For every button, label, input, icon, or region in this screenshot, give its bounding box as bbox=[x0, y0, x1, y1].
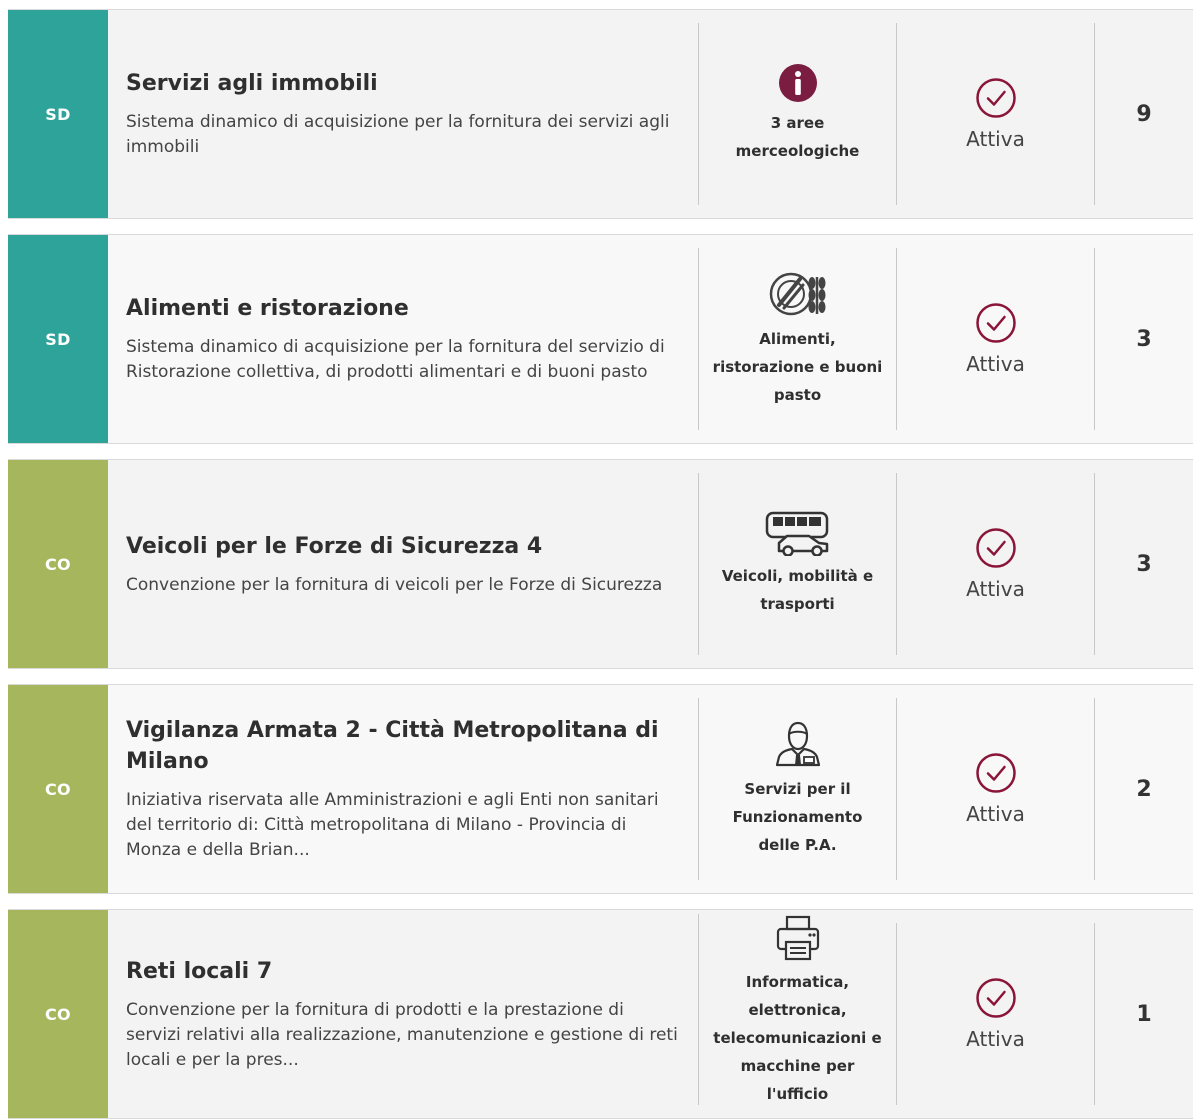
card-title[interactable]: Reti locali 7 bbox=[126, 956, 680, 987]
type-badge: CO bbox=[8, 685, 108, 893]
status-cell: Attiva bbox=[896, 473, 1094, 655]
card-description: Iniziativa riservata alle Amministrazion… bbox=[126, 790, 659, 860]
count-value: 1 bbox=[1094, 923, 1193, 1105]
category-label: Veicoli, mobilità e trasporti bbox=[721, 567, 874, 613]
initiative-card[interactable]: SD Servizi agli immobili Sistema dinamic… bbox=[8, 9, 1193, 219]
card-description: Convenzione per la fornitura di prodotti… bbox=[126, 999, 678, 1070]
type-badge: SD bbox=[8, 10, 108, 218]
status-label: Attiva bbox=[966, 352, 1025, 376]
status-label: Attiva bbox=[966, 1027, 1025, 1051]
card-title[interactable]: Alimenti e ristorazione bbox=[126, 293, 680, 324]
type-badge: CO bbox=[8, 910, 108, 1118]
card-description: Sistema dinamico di acquisizione per la … bbox=[126, 112, 670, 157]
category-cell: Informatica, elettronica, telecomunicazi… bbox=[698, 914, 896, 1105]
initiative-card[interactable]: SD Alimenti e ristorazione Sistema dinam… bbox=[8, 234, 1193, 444]
count-value: 9 bbox=[1094, 23, 1193, 205]
printer-icon bbox=[774, 914, 822, 962]
card-main: Reti locali 7 Convenzione per la fornitu… bbox=[108, 910, 698, 1118]
type-badge: CO bbox=[8, 460, 108, 668]
initiative-card[interactable]: CO Reti locali 7 Convenzione per la forn… bbox=[8, 909, 1193, 1119]
status-cell: Attiva bbox=[896, 248, 1094, 430]
check-circle-icon bbox=[975, 977, 1017, 1019]
check-circle-icon bbox=[975, 302, 1017, 344]
count-value: 2 bbox=[1094, 698, 1193, 880]
card-main: Alimenti e ristorazione Sistema dinamico… bbox=[108, 235, 698, 443]
category-label: Informatica, elettronica, telecomunicazi… bbox=[713, 973, 882, 1103]
status-label: Attiva bbox=[966, 577, 1025, 601]
card-main: Servizi agli immobili Sistema dinamico d… bbox=[108, 10, 698, 218]
check-circle-icon bbox=[975, 77, 1017, 119]
card-title[interactable]: Servizi agli immobili bbox=[126, 68, 680, 99]
category-label: 3 aree merceologiche bbox=[735, 114, 860, 160]
card-description: Convenzione per la fornitura di veicoli … bbox=[126, 574, 663, 595]
food-plate-icon bbox=[767, 269, 829, 319]
status-cell: Attiva bbox=[896, 23, 1094, 205]
category-cell: 3 aree merceologiche bbox=[698, 23, 896, 205]
check-circle-icon bbox=[975, 527, 1017, 569]
status-label: Attiva bbox=[966, 802, 1025, 826]
status-cell: Attiva bbox=[896, 923, 1094, 1105]
card-main: Veicoli per le Forze di Sicurezza 4 Conv… bbox=[108, 460, 698, 668]
card-description: Sistema dinamico di acquisizione per la … bbox=[126, 337, 665, 382]
category-cell: Veicoli, mobilità e trasporti bbox=[698, 473, 896, 655]
check-circle-icon bbox=[975, 752, 1017, 794]
person-icon bbox=[773, 719, 823, 769]
category-label: Alimenti, ristorazione e buoni pasto bbox=[712, 330, 883, 404]
count-value: 3 bbox=[1094, 248, 1193, 430]
category-cell: Alimenti, ristorazione e buoni pasto bbox=[698, 248, 896, 430]
card-main: Vigilanza Armata 2 - Città Metropolitana… bbox=[108, 685, 698, 893]
status-label: Attiva bbox=[966, 127, 1025, 151]
info-icon bbox=[778, 63, 818, 103]
card-title[interactable]: Veicoli per le Forze di Sicurezza 4 bbox=[126, 531, 680, 562]
initiative-card[interactable]: CO Vigilanza Armata 2 - Città Metropolit… bbox=[8, 684, 1193, 894]
category-label: Servizi per il Funzionamento delle P.A. bbox=[732, 780, 863, 854]
bus-car-icon bbox=[765, 510, 831, 556]
status-cell: Attiva bbox=[896, 698, 1094, 880]
count-value: 3 bbox=[1094, 473, 1193, 655]
type-badge: SD bbox=[8, 235, 108, 443]
category-cell: Servizi per il Funzionamento delle P.A. bbox=[698, 698, 896, 880]
initiative-card[interactable]: CO Veicoli per le Forze di Sicurezza 4 C… bbox=[8, 459, 1193, 669]
card-title[interactable]: Vigilanza Armata 2 - Città Metropolitana… bbox=[126, 715, 680, 777]
